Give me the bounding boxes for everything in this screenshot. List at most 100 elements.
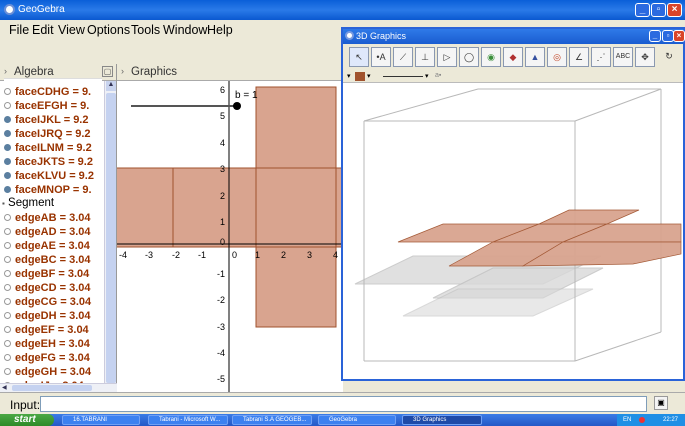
menu-options[interactable]: Options (87, 23, 130, 37)
chevron-down-icon[interactable]: ▾ (425, 72, 429, 80)
visibility-toggle-icon[interactable] (4, 242, 11, 249)
language-indicator[interactable]: EN (623, 414, 631, 426)
taskbar-item[interactable]: GeoGebra (318, 415, 396, 425)
input-help-button[interactable]: ▣ (654, 396, 668, 410)
menu-file[interactable]: File (9, 23, 29, 37)
menu-help[interactable]: Help (207, 23, 233, 37)
algebra-item-face[interactable]: faceJKTS = 9.2 (4, 156, 93, 168)
visibility-toggle-icon[interactable] (4, 214, 11, 221)
visibility-toggle-icon[interactable] (4, 298, 11, 305)
line-style-preview[interactable] (383, 76, 423, 77)
close-button[interactable]: × (673, 30, 685, 42)
algebra-item-edge[interactable]: edgeFG = 3.04 (4, 352, 90, 364)
visibility-toggle-icon[interactable] (4, 172, 11, 179)
scroll-up-icon[interactable]: ▲ (106, 81, 116, 91)
graphics-canvas[interactable] (117, 81, 343, 392)
taskbar-item[interactable]: Tabrani - Microsoft W... (148, 415, 228, 425)
net-face[interactable] (255, 86, 337, 169)
perpendicular-icon[interactable]: ⊥ (415, 47, 435, 67)
move-icon[interactable]: ↖ (349, 47, 369, 67)
visibility-toggle-icon[interactable] (4, 354, 11, 361)
command-input[interactable] (40, 396, 647, 412)
window-3d-graphics[interactable]: 3D Graphics _ ▫ × ↖ •A ⟋ ⊥ ▷ ◯ ◉ ◆ ▲ ◎ ∠… (341, 27, 685, 381)
circle-icon[interactable]: ◯ (459, 47, 479, 67)
collapse-arrow-icon[interactable]: › (121, 66, 124, 76)
polygon-icon[interactable]: ▷ (437, 47, 457, 67)
algebra-item-edge[interactable]: edgeGH = 3.04 (4, 366, 91, 378)
point-icon[interactable]: •A (371, 47, 391, 67)
algebra-item-edge[interactable]: edgeCG = 3.04 (4, 296, 91, 308)
angle-icon[interactable]: ∠ (569, 47, 589, 67)
pyramid-icon[interactable]: ▲ (525, 47, 545, 67)
menu-view[interactable]: View (58, 23, 85, 37)
algebra-item-edge[interactable]: edgeAD = 3.04 (4, 226, 91, 238)
net-face-3d[interactable] (538, 209, 640, 225)
algebra-item-edge[interactable]: edgeEF = 3.04 (4, 324, 89, 336)
algebra-item-face[interactable]: faceIJRQ = 9.2 (4, 128, 91, 140)
visibility-toggle-icon[interactable] (4, 312, 11, 319)
visibility-toggle-icon[interactable] (4, 116, 11, 123)
algebra-item-face[interactable]: faceCDHG = 9. (4, 86, 91, 98)
tray-icon[interactable] (639, 417, 645, 423)
scrollbar-thumb[interactable] (106, 93, 116, 383)
start-button[interactable]: start (0, 414, 54, 426)
algebra-item-edge[interactable]: edgeBF = 3.04 (4, 268, 89, 280)
move-view-icon[interactable]: ✥ (635, 47, 655, 67)
rotate-view-icon[interactable]: ↻ (659, 47, 679, 67)
algebra-item-face[interactable]: faceMNOP = 9. (4, 184, 92, 196)
color-swatch[interactable] (355, 72, 365, 81)
close-button[interactable]: × (667, 3, 682, 17)
line-icon[interactable]: ⟋ (393, 47, 413, 67)
menu-window[interactable]: Window (163, 23, 207, 37)
sphere-icon[interactable]: ◉ (481, 47, 501, 67)
visibility-toggle-icon[interactable] (4, 270, 11, 277)
algebra-item-edge[interactable]: edgeCD = 3.04 (4, 282, 91, 294)
net-face[interactable] (255, 246, 337, 328)
algebra-item-face[interactable]: faceIJKL = 9.2 (4, 114, 88, 126)
panel-menu-icon[interactable]: ▢ (102, 66, 113, 77)
collapse-arrow-icon[interactable]: › (4, 66, 7, 76)
net-face[interactable] (117, 167, 174, 248)
algebra-item-edge[interactable]: edgeBC = 3.04 (4, 254, 91, 266)
algebra-item-edge[interactable]: edgeAB = 3.04 (4, 212, 91, 224)
visibility-toggle-icon[interactable] (4, 256, 11, 263)
algebra-item-edge[interactable]: edgeAE = 3.04 (4, 240, 90, 252)
net-face[interactable] (255, 167, 337, 248)
visibility-toggle-icon[interactable] (4, 102, 11, 109)
scroll-left-icon[interactable]: ◀ (2, 384, 10, 392)
taskbar-item[interactable]: 16.TABRANI (62, 415, 140, 425)
graphics-view[interactable]: › Graphics b = 1 -4 -3 -2 -1 0 1 2 3 4 6… (117, 64, 343, 392)
visibility-toggle-icon[interactable] (4, 186, 11, 193)
algebra-item-face[interactable]: faceEFGH = 9. (4, 100, 89, 112)
visibility-toggle-icon[interactable] (4, 88, 11, 95)
plane-icon[interactable]: ◆ (503, 47, 523, 67)
algebra-scrollbar[interactable]: ▲ (104, 81, 116, 392)
reflect-icon[interactable]: ⋰ (591, 47, 611, 67)
chevron-down-icon[interactable]: ▾ (367, 72, 371, 80)
algebra-hscrollbar[interactable]: ◀ (0, 383, 117, 392)
hscroll-thumb[interactable] (12, 385, 92, 391)
canvas-3d[interactable] (343, 84, 683, 379)
text-tool-icon[interactable]: ABC (613, 47, 633, 67)
visibility-toggle-icon[interactable] (4, 130, 11, 137)
expand-icon[interactable]: ▪ (2, 199, 5, 208)
label-style-icon[interactable]: a▪ (435, 72, 441, 79)
minimize-button[interactable]: _ (649, 30, 661, 42)
algebra-item-face[interactable]: faceILNM = 9.2 (4, 142, 92, 154)
maximize-button[interactable]: ▫ (651, 3, 666, 17)
taskbar-item-active[interactable]: 3D Graphics (402, 415, 482, 425)
algebra-item-edge[interactable]: edgeDH = 3.04 (4, 310, 91, 322)
visibility-toggle-icon[interactable] (4, 158, 11, 165)
taskbar-item[interactable]: Tabrani S.A GEOGEB... (232, 415, 312, 425)
visibility-toggle-icon[interactable] (4, 340, 11, 347)
menu-tools[interactable]: Tools (131, 23, 160, 37)
visibility-toggle-icon[interactable] (4, 144, 11, 151)
segment-group-header[interactable]: ▪ Segment (2, 197, 54, 209)
rotate-icon[interactable]: ◎ (547, 47, 567, 67)
slider-knob[interactable] (233, 102, 241, 110)
visibility-toggle-icon[interactable] (4, 326, 11, 333)
algebra-item-face[interactable]: faceKLVU = 9.2 (4, 170, 94, 182)
algebra-item-edge[interactable]: edgeEH = 3.04 (4, 338, 90, 350)
visibility-toggle-icon[interactable] (4, 228, 11, 235)
visibility-toggle-icon[interactable] (4, 284, 11, 291)
